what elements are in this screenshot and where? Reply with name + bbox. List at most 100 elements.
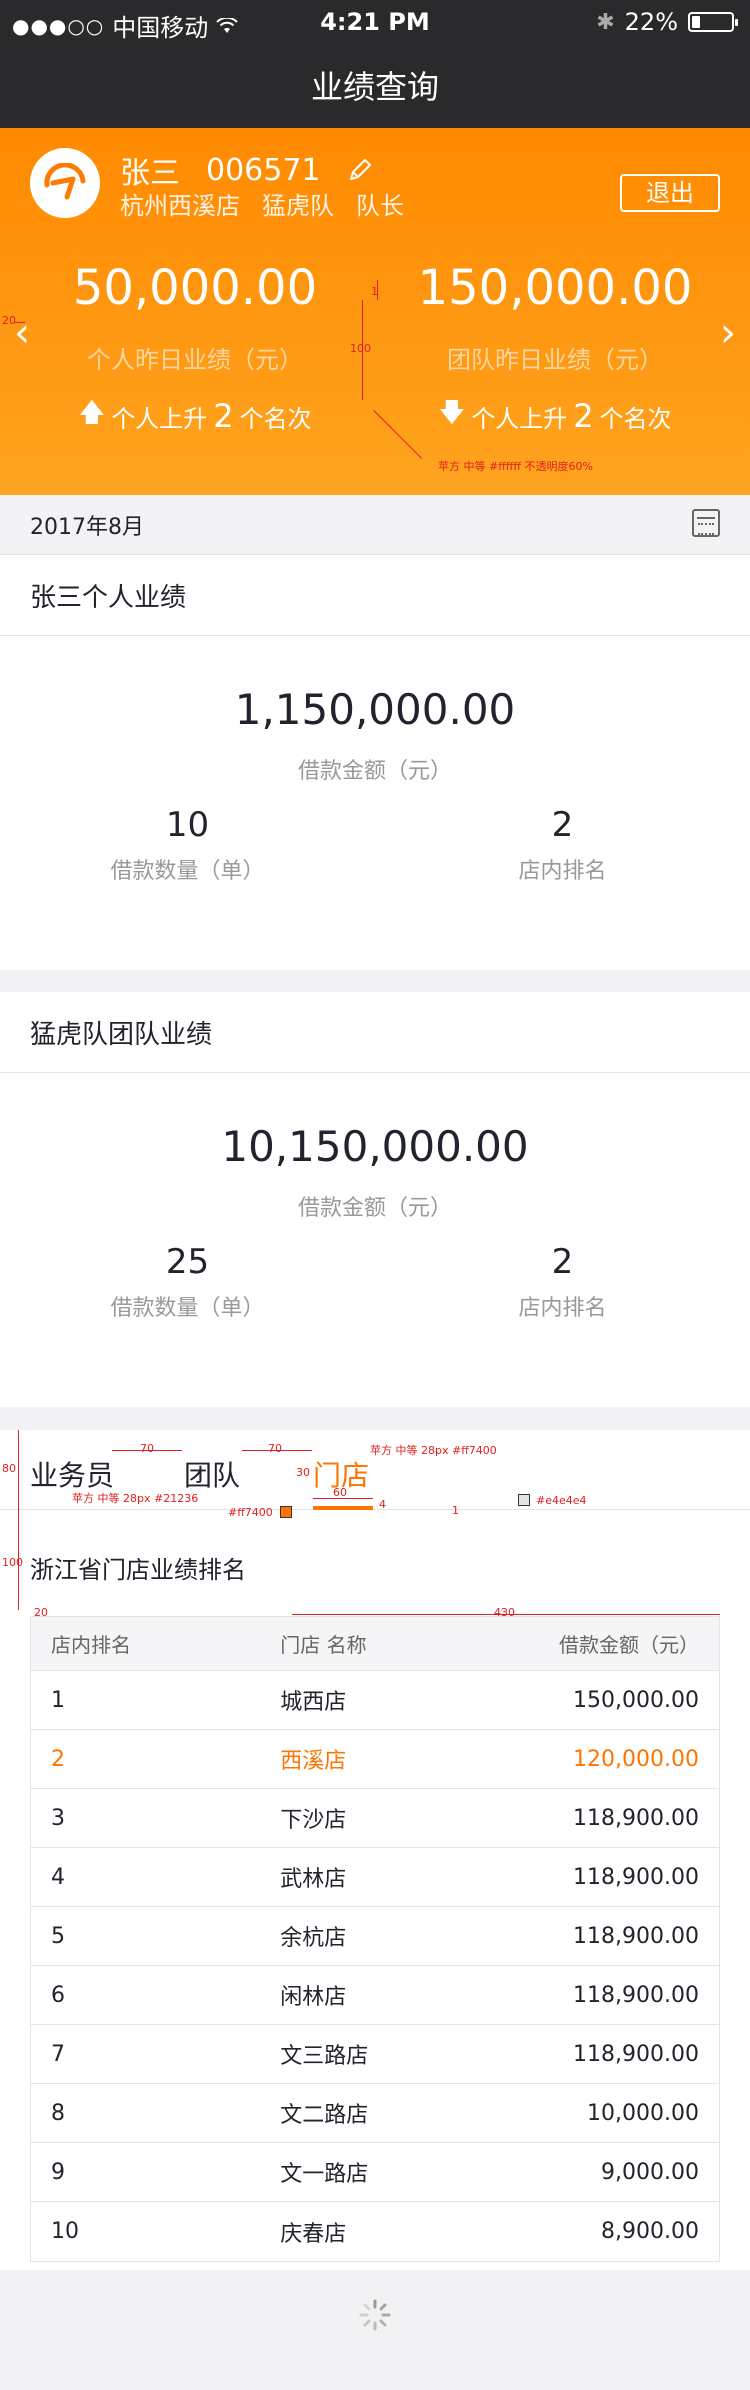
ranking-section: 业务员 团队 门店 80 70 70 30 苹方 中等 28px #ff7400…: [0, 1430, 750, 2270]
annotation: 70: [268, 1442, 282, 1455]
tab-salesperson[interactable]: 业务员: [30, 1454, 114, 1494]
store-rank: 2 店内排名: [375, 805, 750, 885]
table-row[interactable]: 3 下沙店 118,900.00: [31, 1789, 719, 1848]
user-role: 队长: [356, 192, 404, 220]
personal-yesterday-value: 50,000.00: [72, 260, 318, 316]
performance-header: 张三 006571 杭州西溪店 猛虎队 队长 退出 ‹ › 50,000.00 …: [0, 128, 750, 495]
personal-rank-change: 🡅 个人上升 2 个名次: [25, 394, 365, 438]
team-performance-card: 猛虎队团队业绩 10,150,000.00 借款金额（元） 25 借款数量（单）…: [0, 992, 750, 1407]
annotation: 100: [2, 1556, 23, 1569]
cell-store: 武林店: [280, 1867, 347, 1892]
table-row[interactable]: 4 武林店 118,900.00: [31, 1848, 719, 1907]
card-title: 猛虎队团队业绩: [30, 1020, 213, 1050]
annotation: 4: [379, 1498, 386, 1511]
header-rank: 店内排名: [51, 1633, 131, 1657]
cell-store: 城西店: [280, 1690, 347, 1715]
cell-rank: 3: [51, 1805, 65, 1831]
annotation: 70: [140, 1442, 154, 1455]
store-rank-caption: 店内排名: [518, 1296, 607, 1321]
ranking-table: 店内排名 门店 名称 借款金额（元） 1 城西店 150,000.00 2 西溪店 120…: [30, 1616, 720, 2262]
ranking-tabs: 业务员 团队 门店 80 70 70 30 苹方 中等 28px #ff7400…: [0, 1430, 750, 1519]
company-logo: [30, 148, 100, 218]
loan-amount: 1,150,000.00: [234, 685, 516, 734]
annotation-line: [18, 1430, 19, 1510]
annotation: 苹方 中等 #ffffff 不透明度60%: [438, 460, 593, 473]
table-row[interactable]: 10 庆春店 8,900.00: [31, 2202, 719, 2261]
cell-rank: 6: [51, 1982, 65, 2008]
annotation: 100: [350, 342, 371, 355]
loan-count-value: 10: [165, 805, 210, 845]
loan-count-value: 25: [165, 1242, 210, 1282]
cell-store: 西溪店: [280, 1749, 347, 1774]
loan-count: 10 借款数量（单）: [0, 805, 375, 885]
team-yesterday-value: 150,000.00: [417, 260, 693, 316]
annotation: 80: [2, 1462, 16, 1475]
table-row[interactable]: 5 余杭店 118,900.00: [31, 1907, 719, 1966]
annotation: #e4e4e4: [536, 1494, 587, 1507]
loan-amount-caption: 借款金额（元）: [297, 759, 452, 784]
color-swatch: [280, 1506, 292, 1518]
header-amount: 借款金额（元）: [559, 1633, 700, 1657]
color-swatch: [518, 1494, 530, 1506]
status-right: ✱ 22%: [596, 8, 738, 36]
logout-button[interactable]: 退出: [620, 174, 720, 212]
cell-amount: 9,000.00: [601, 2159, 700, 2185]
table-row[interactable]: 1 城西店 150,000.00: [31, 1671, 719, 1730]
edit-icon[interactable]: [347, 157, 373, 183]
loan-count-caption: 借款数量（单）: [110, 1296, 265, 1321]
table-row[interactable]: 8 文二路店 10,000.00: [31, 2084, 719, 2143]
cell-amount: 118,900.00: [573, 1982, 700, 2008]
annotation-line: [15, 322, 25, 323]
profile-details: 杭州西溪店 猛虎队 队长: [120, 186, 404, 221]
cell-amount: 10,000.00: [587, 2100, 700, 2126]
arrow-up-icon: 🡅: [78, 398, 106, 428]
cell-rank: 7: [51, 2041, 65, 2067]
loan-count: 25 借款数量（单）: [0, 1242, 375, 1322]
cell-store: 闲林店: [280, 1985, 347, 2010]
store-rank-value: 2: [551, 1242, 574, 1282]
table-row[interactable]: 9 文一路店 9,000.00: [31, 2143, 719, 2202]
annotation: 苹方 中等 28px #ff7400: [370, 1444, 497, 1457]
rank-suffix: 个名次: [599, 404, 672, 433]
annotation: 1: [371, 285, 378, 298]
cell-amount: 120,000.00: [573, 1746, 700, 1772]
annotation: 苹方 中等 28px #21236: [72, 1492, 199, 1505]
team-yesterday-caption: 团队昨日业绩（元）: [447, 346, 663, 374]
store-rank: 2 店内排名: [375, 1242, 750, 1322]
cell-amount: 118,900.00: [573, 1864, 700, 1890]
tab-team[interactable]: 团队: [184, 1454, 240, 1494]
divider: [0, 635, 750, 636]
annotation: 30: [296, 1466, 310, 1479]
cell-amount: 118,900.00: [573, 1805, 700, 1831]
personal-performance-card: 张三个人业绩 1,150,000.00 借款金额（元） 10 借款数量（单） 2…: [0, 555, 750, 970]
calendar-icon[interactable]: [692, 509, 720, 537]
rank-prefix: 个人上升: [471, 404, 568, 433]
user-id: 006571: [206, 152, 321, 188]
cell-amount: 118,900.00: [573, 2041, 700, 2067]
user-team: 猛虎队: [262, 192, 334, 220]
annotation: 20: [2, 314, 16, 327]
table-row[interactable]: 7 文三路店 118,900.00: [31, 2025, 719, 2084]
table-row[interactable]: 6 闲林店 118,900.00: [31, 1966, 719, 2025]
team-rank-change: 🡇 个人上升 2 个名次: [385, 394, 725, 438]
annotation: #ff7400: [228, 1506, 273, 1519]
cell-amount: 150,000.00: [573, 1687, 700, 1713]
cell-rank: 10: [51, 2219, 79, 2244]
bluetooth-icon: ✱: [596, 9, 615, 35]
divider: [0, 1072, 750, 1073]
loan-count-caption: 借款数量（单）: [110, 859, 265, 884]
loan-amount: 10,150,000.00: [221, 1122, 529, 1171]
loading-spinner-icon: [359, 2299, 391, 2331]
cell-store: 文一路店: [280, 2162, 369, 2187]
rank-number: 2: [573, 397, 594, 435]
card-title: 张三个人业绩: [30, 583, 187, 613]
date-selector[interactable]: 2017年8月: [0, 495, 750, 555]
cell-store: 文二路店: [280, 2103, 369, 2128]
battery-percent: 22%: [624, 8, 678, 36]
loan-amount-caption: 借款金额（元）: [297, 1196, 452, 1221]
personal-yesterday-caption: 个人昨日业绩（元）: [87, 346, 303, 374]
cell-rank: 1: [51, 1687, 65, 1713]
page-title: 业绩查询: [310, 68, 439, 106]
table-row[interactable]: 2 西溪店 120,000.00: [31, 1730, 719, 1789]
store-rank-value: 2: [551, 805, 574, 845]
